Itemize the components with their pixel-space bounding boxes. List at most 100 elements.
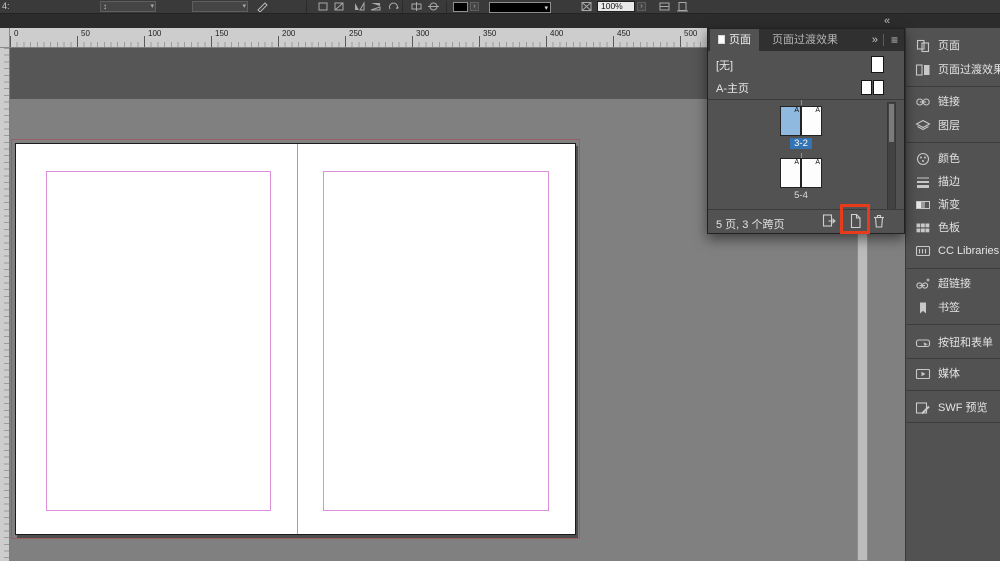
dock-item-swf-preview[interactable]: SWF 预览 bbox=[906, 398, 1000, 418]
dock-item-label: 页面过渡效果 bbox=[938, 63, 1000, 77]
annotation-highlight-new-page bbox=[840, 204, 870, 234]
ruler-number: 50 bbox=[81, 29, 90, 38]
dock-item-label: 图层 bbox=[938, 119, 960, 133]
page-master-letter: A bbox=[794, 159, 799, 167]
swf-preview-icon bbox=[915, 401, 931, 415]
dock-divider bbox=[906, 324, 1000, 325]
pages-panel-scrollbar[interactable] bbox=[887, 102, 896, 210]
tab-page-transitions[interactable]: 页面过渡效果 bbox=[766, 29, 844, 51]
master-a-thumbnail-left[interactable] bbox=[861, 80, 872, 95]
master-row-a[interactable]: A-主页 bbox=[708, 76, 904, 99]
dock-divider bbox=[906, 142, 1000, 143]
ruler-number: 0 bbox=[14, 29, 18, 38]
dock-item-hyperlinks[interactable]: 超链接 bbox=[906, 274, 1000, 294]
ruler-origin-corner[interactable] bbox=[0, 28, 10, 48]
dock-divider bbox=[906, 268, 1000, 269]
options-bar: 4: ↕ ▾ ▾ › ▾ bbox=[0, 0, 1000, 14]
stroke-icon bbox=[915, 175, 931, 189]
ruler-number: 100 bbox=[148, 29, 161, 38]
dock-divider bbox=[906, 422, 1000, 423]
dock-item-media[interactable]: 媒体 bbox=[906, 364, 1000, 384]
tab-pages[interactable]: 页面 bbox=[710, 29, 759, 51]
document-spread[interactable] bbox=[15, 143, 576, 535]
dock-item-layers[interactable]: 图层 bbox=[906, 116, 1000, 136]
flip-vertical-icon[interactable] bbox=[369, 1, 382, 12]
updown-icon: ↕ bbox=[103, 2, 107, 11]
dock-item-cc-libraries[interactable]: CC Libraries bbox=[906, 241, 1000, 261]
stroke-preview-swatch[interactable]: ▾ bbox=[489, 2, 551, 13]
dock-item-page-transitions[interactable]: 页面过渡效果 bbox=[906, 60, 1000, 80]
chevron-down-icon: ▾ bbox=[544, 4, 548, 12]
flip-horizontal-icon[interactable] bbox=[353, 1, 366, 12]
panel-menu-icon[interactable]: ≡ bbox=[891, 29, 898, 51]
dock-item-swatches[interactable]: 色板 bbox=[906, 218, 1000, 238]
tab-pages-label: 页面 bbox=[729, 34, 751, 46]
chevron-right-icon: › bbox=[473, 3, 475, 10]
zoom-stepper[interactable]: › bbox=[637, 2, 646, 11]
chevron-down-icon: ▾ bbox=[242, 2, 246, 11]
panel-divider bbox=[708, 99, 904, 100]
tab-page-transitions-label: 页面过渡效果 bbox=[772, 34, 838, 46]
collapse-panels-icon[interactable]: « bbox=[884, 15, 890, 27]
ruler-number: 500 bbox=[684, 29, 697, 38]
page-thumbnail-3[interactable]: A bbox=[780, 106, 801, 136]
dock-item-label: 页面 bbox=[938, 39, 960, 53]
dock-item-label: SWF 预览 bbox=[938, 401, 988, 415]
master-none-thumbnail[interactable] bbox=[871, 56, 884, 73]
toolbar-icon[interactable] bbox=[676, 1, 689, 12]
edit-page-size-button[interactable] bbox=[821, 212, 839, 230]
dock-item-stroke[interactable]: 描边 bbox=[906, 172, 1000, 192]
master-a-thumbnail-right[interactable] bbox=[873, 80, 884, 95]
dock-divider bbox=[906, 358, 1000, 359]
panel-dock: 页面 页面过渡效果 链接 图层 颜色 描边 bbox=[905, 28, 1000, 561]
toolbar-icon[interactable] bbox=[427, 1, 440, 12]
pages-panel-footer: 5 页, 3 个跨页 bbox=[708, 209, 904, 233]
toolbar-icon[interactable] bbox=[410, 1, 423, 12]
swatch-stepper[interactable]: › bbox=[470, 2, 479, 11]
master-row-none[interactable]: [无] bbox=[708, 53, 904, 76]
pages-status-text: 5 页, 3 个跨页 bbox=[716, 216, 784, 232]
margin-guide-right-page bbox=[323, 171, 549, 511]
page-thumbnail-4[interactable]: A bbox=[801, 158, 822, 188]
page-master-letter: A bbox=[815, 107, 820, 115]
dock-item-buttons-and-forms[interactable]: 按钮和表单 bbox=[906, 333, 1000, 353]
page-thumbnail-5[interactable]: A bbox=[780, 158, 801, 188]
gradient-icon bbox=[915, 198, 931, 212]
delete-page-button[interactable] bbox=[871, 212, 889, 230]
rotate-icon[interactable] bbox=[387, 1, 400, 12]
dock-item-color[interactable]: 颜色 bbox=[906, 149, 1000, 169]
toolbar-icon[interactable] bbox=[333, 1, 346, 12]
margin-guide-left-page bbox=[46, 171, 271, 511]
dock-item-bookmarks[interactable]: 书签 bbox=[906, 298, 1000, 318]
spread-thumbnails-5-4: A A bbox=[780, 158, 822, 188]
toolbar-dropdown[interactable]: ↕ ▾ bbox=[100, 1, 156, 12]
chevron-down-icon: ▾ bbox=[150, 2, 154, 11]
vertical-scrollbar[interactable] bbox=[857, 233, 868, 561]
pages-icon bbox=[915, 39, 931, 53]
scrollbar-thumb[interactable] bbox=[889, 104, 894, 142]
dock-item-pages[interactable]: 页面 bbox=[906, 36, 1000, 56]
spread-spine bbox=[297, 144, 298, 534]
zoom-level-field[interactable]: 100% bbox=[597, 1, 635, 12]
dock-item-label: 超链接 bbox=[938, 277, 971, 291]
toolbar-dropdown[interactable]: ▾ bbox=[192, 1, 248, 12]
toolbar-icon[interactable] bbox=[317, 1, 330, 12]
constrain-icon[interactable] bbox=[580, 1, 593, 12]
toolbar-icon[interactable] bbox=[658, 1, 671, 12]
horizontal-ruler[interactable]: 0 50 100 150 200 250 300 350 400 450 500 bbox=[10, 28, 707, 48]
tabbar-divider bbox=[883, 34, 884, 46]
tab-overflow-icon[interactable]: » bbox=[872, 29, 878, 51]
pen-icon[interactable] bbox=[256, 1, 269, 12]
dock-item-label: 书签 bbox=[938, 301, 960, 315]
master-a-label: A-主页 bbox=[716, 80, 749, 96]
page-thumbnail-2[interactable]: A bbox=[801, 106, 822, 136]
dock-item-gradient[interactable]: 渐变 bbox=[906, 195, 1000, 215]
spread-label-5-4[interactable]: 5-4 bbox=[780, 190, 822, 201]
ruler-number: 300 bbox=[416, 29, 429, 38]
fill-swatch[interactable] bbox=[453, 2, 468, 12]
layers-icon bbox=[915, 119, 931, 133]
vertical-ruler[interactable] bbox=[0, 48, 10, 561]
dock-item-links[interactable]: 链接 bbox=[906, 92, 1000, 112]
spread-label-3-2[interactable]: 3-2 bbox=[780, 138, 822, 149]
dock-divider bbox=[906, 86, 1000, 87]
